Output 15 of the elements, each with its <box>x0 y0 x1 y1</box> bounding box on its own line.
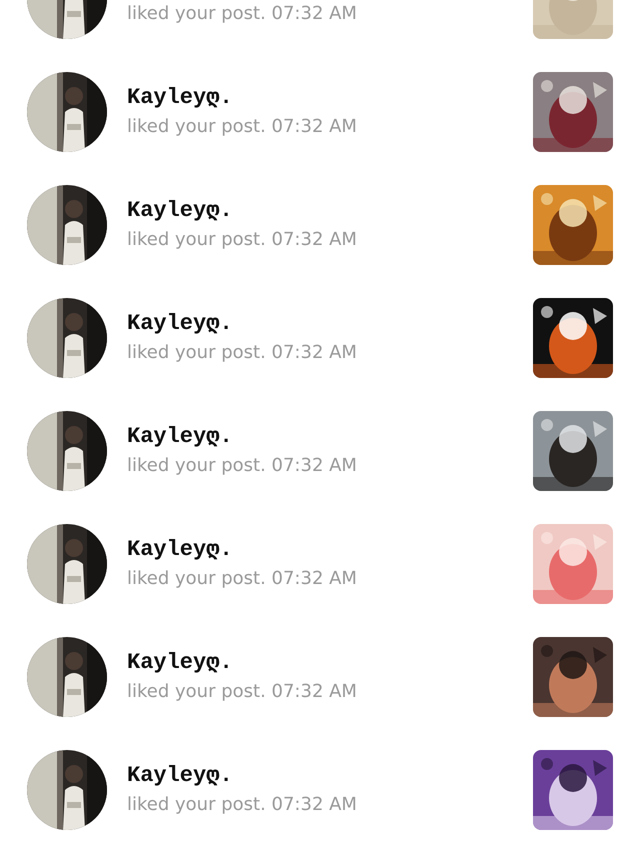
notification-text: liked your post. 07:32 AM <box>127 680 358 704</box>
user-name[interactable]: Kayleyღ. <box>127 424 233 448</box>
user-name[interactable]: Kayleyღ. <box>127 198 233 222</box>
user-name[interactable]: Kayleyღ. <box>127 762 233 788</box>
notification-text: liked your post. 07:32 AM <box>127 566 358 590</box>
notification-text: liked your post. 07:32 AM <box>127 228 358 252</box>
notification-text: liked your post. 07:32 AM <box>127 454 358 478</box>
user-name[interactable]: Kayleyღ. <box>127 84 233 110</box>
notification-text: liked your post. 07:32 AM <box>127 340 358 364</box>
notification-text: liked your post. 07:32 AM <box>127 114 358 138</box>
user-name[interactable]: Kayleyღ. <box>127 650 233 674</box>
notification-text: liked your post. 07:32 AM <box>127 2 358 26</box>
user-name[interactable]: Kayleyღ. <box>127 536 233 562</box>
user-name[interactable]: Kayleyღ. <box>127 310 233 336</box>
notification-text: liked your post. 07:32 AM <box>127 792 358 816</box>
